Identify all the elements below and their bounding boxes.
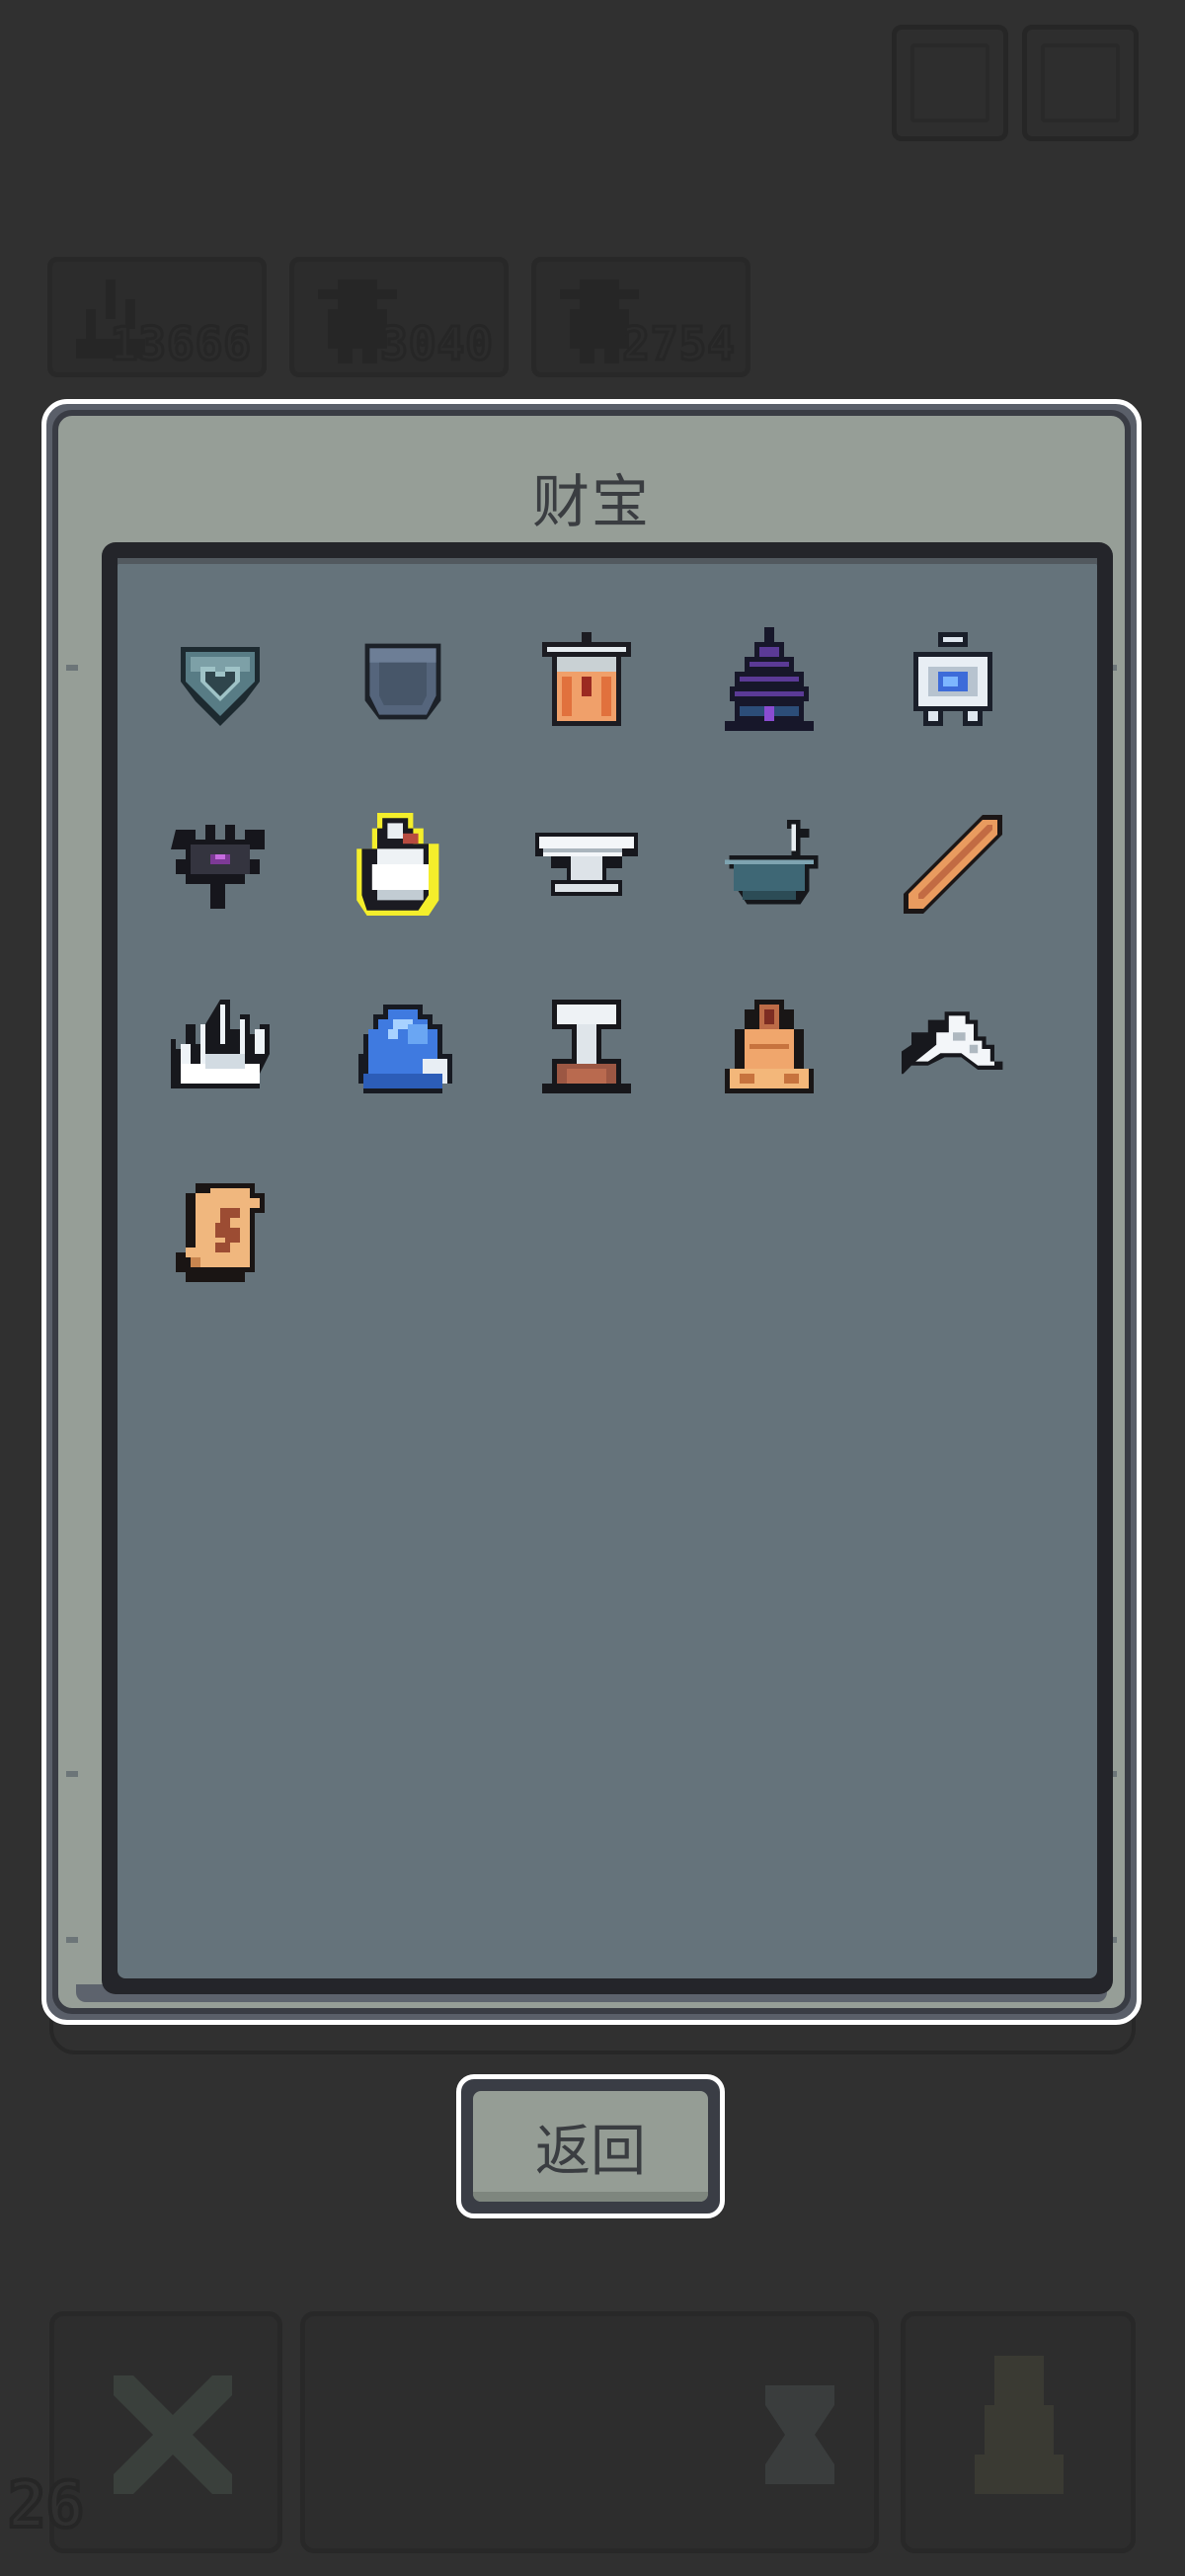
stat-value: 13666 [109, 316, 252, 372]
item-slot[interactable] [151, 1164, 289, 1302]
level-indicator: 26 [6, 2467, 86, 2544]
item-slot[interactable] [151, 980, 289, 1118]
frame-rivet [66, 665, 78, 671]
stat-value: 3040 [379, 316, 495, 372]
back-button-face[interactable]: 返回 [473, 2091, 708, 2202]
anvil-icon[interactable] [535, 825, 638, 904]
mortar-pestle-icon[interactable] [720, 820, 819, 909]
white-feather-icon[interactable] [902, 1007, 1004, 1090]
frame-rivet [66, 1937, 78, 1943]
bottom-slot-center [300, 2311, 879, 2553]
back-button-label[interactable]: 返回 [535, 2107, 646, 2187]
chef-tower-icon[interactable] [537, 1000, 636, 1098]
stats-button [892, 25, 1008, 141]
white-vase-icon[interactable] [352, 813, 454, 916]
pocket-icon[interactable] [356, 634, 450, 729]
item-slot[interactable] [151, 612, 289, 751]
wooden-stick-icon[interactable] [904, 815, 1002, 914]
ice-crystal-icon[interactable] [171, 1000, 270, 1098]
golden-bell-icon[interactable] [720, 1000, 819, 1098]
stat-value: 2754 [621, 316, 737, 372]
settings-button [1022, 25, 1139, 141]
item-slot[interactable] [334, 980, 472, 1118]
bottom-slot-attack [49, 2311, 282, 2553]
item-slot[interactable] [151, 795, 289, 933]
bottom-slot-unit [901, 2311, 1136, 2553]
item-slot[interactable] [884, 795, 1022, 933]
item-slot[interactable] [517, 612, 656, 751]
resource-grass: 13666 [47, 257, 267, 377]
scroll-icon[interactable] [176, 1183, 265, 1282]
resource-villagers: 3040 [289, 257, 509, 377]
crystal-ball-icon[interactable] [354, 1000, 452, 1098]
item-slot[interactable] [884, 612, 1022, 751]
heart-shield-icon[interactable] [171, 632, 270, 731]
lantern-jar-icon[interactable] [537, 632, 636, 731]
resource-villagers-2: 2754 [531, 257, 750, 377]
dialog-title: 财宝 [531, 468, 651, 535]
item-slot[interactable] [700, 980, 838, 1118]
pagoda-icon[interactable] [720, 627, 819, 736]
frame-rivet [66, 1771, 78, 1777]
item-slot[interactable] [334, 612, 472, 751]
item-slot[interactable] [517, 980, 656, 1118]
crossed-swords-icon [114, 2375, 232, 2494]
back-button[interactable]: 返回 [456, 2074, 725, 2218]
blue-gem-amulet-icon[interactable] [904, 632, 1002, 731]
dark-flower-icon[interactable] [171, 815, 270, 914]
item-slot[interactable] [884, 980, 1022, 1118]
item-slot[interactable] [700, 612, 838, 751]
item-slot-highlighted[interactable] [334, 795, 472, 933]
item-slot[interactable] [700, 795, 838, 933]
pawn-icon [975, 2356, 1064, 2494]
hourglass-icon [765, 2385, 834, 2484]
item-slot[interactable] [517, 795, 656, 933]
